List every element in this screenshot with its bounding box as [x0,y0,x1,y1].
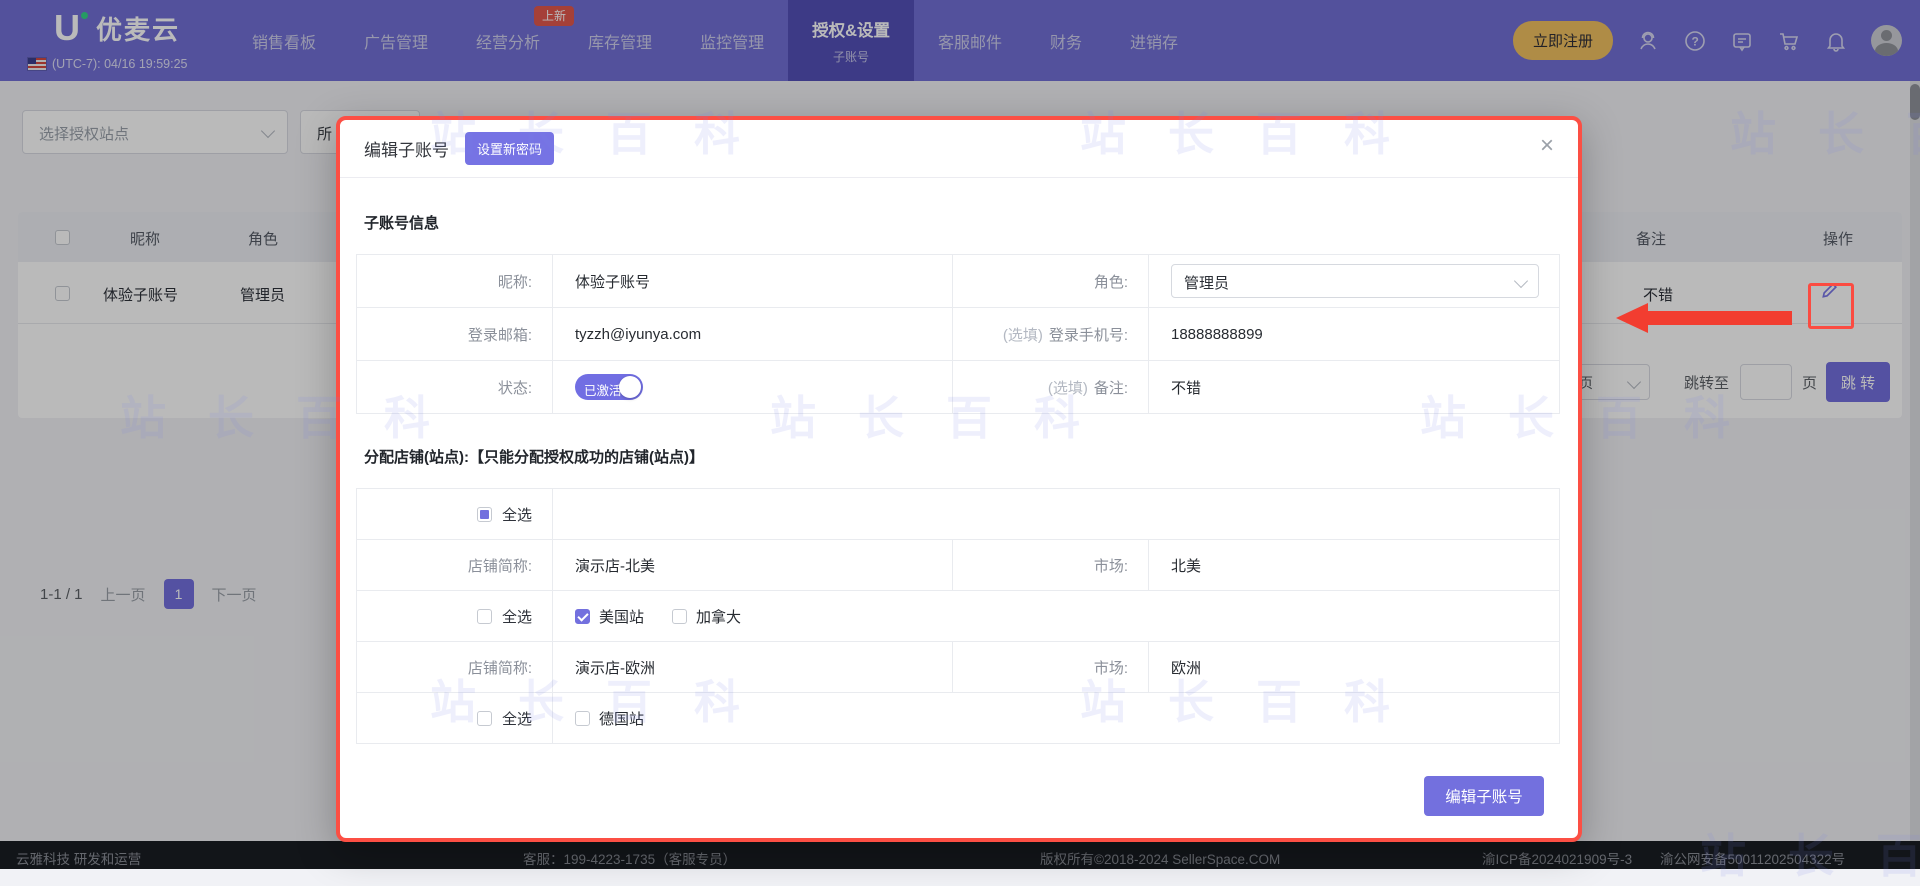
role-select[interactable]: 管理员 [1171,264,1539,298]
shop1-market-value: 北美 [1171,557,1202,575]
shop2-market-value: 欧洲 [1171,659,1202,677]
remark-label: (选填) 备注: [953,361,1149,413]
unchecked-checkbox[interactable] [575,710,590,726]
nickname-value[interactable]: 体验子账号 [553,255,953,307]
site-us[interactable]: 美国站 [575,606,644,627]
shop2-name-value: 演示店-欧洲 [553,642,953,692]
email-label: 登录邮箱: [357,308,553,360]
shop2-select-all-cell: 全选 [357,693,553,743]
shop1-name-value: 演示店-北美 [553,540,953,590]
row-shop1-info: 店铺简称: 演示店-北美 市场: 北美 [357,540,1559,591]
row-email-phone: 登录邮箱: tyzzh@iyunya.com (选填) 登录手机号: 188888… [357,308,1559,361]
account-info-section-title: 子账号信息 [364,215,440,232]
site-canada[interactable]: 加拿大 [672,606,741,627]
remark-value[interactable]: 不错 [1149,361,1559,413]
row-shop1-sites: 全选 美国站 加拿大 [357,591,1559,642]
status-toggle[interactable]: 已激活 [575,374,643,400]
site-germany[interactable]: 德国站 [575,708,644,729]
row-select-all-global: 全选 [357,489,1559,540]
account-info-table: 昵称: 体验子账号 角色: 管理员 登录邮箱: tyzzh@iyunya.com… [356,254,1560,414]
dialog-title: 编辑子账号 [364,141,449,160]
shop2-select-all[interactable]: 全选 [476,708,532,729]
indeterminate-checkbox[interactable] [476,506,492,522]
shop1-market-label: 市场: [953,540,1149,590]
status-label: 状态: [357,361,553,413]
shop1-name-label: 店铺简称: [357,540,553,590]
submit-edit-subaccount-button[interactable]: 编辑子账号 [1424,776,1544,816]
row-status-remark: 状态: 已激活 (选填) 备注: 不错 [357,361,1559,413]
shop1-select-all[interactable]: 全选 [476,606,532,627]
phone-value[interactable]: 18888888899 [1149,308,1559,360]
role-cell: 管理员 [1149,255,1559,307]
unchecked-checkbox[interactable] [476,608,492,624]
row-nickname-role: 昵称: 体验子账号 角色: 管理员 [357,255,1559,308]
unchecked-checkbox[interactable] [476,710,492,726]
checked-checkbox[interactable] [575,608,590,624]
status-cell: 已激活 [553,361,953,413]
close-icon[interactable]: × [1540,134,1554,158]
shop2-market-label: 市场: [953,642,1149,692]
global-select-all-cell: 全选 [357,489,553,539]
shop1-sites: 美国站 加拿大 [553,591,1559,641]
shop-allocation-table: 全选 店铺简称: 演示店-北美 市场: 北美 全选 美国站 加拿大 店铺简称: … [356,488,1560,744]
shop1-select-all-cell: 全选 [357,591,553,641]
nickname-label: 昵称: [357,255,553,307]
role-label: 角色: [953,255,1149,307]
chevron-down-icon [1513,273,1529,289]
set-password-button[interactable]: 设置新密码 [465,132,555,165]
shop2-name-label: 店铺简称: [357,642,553,692]
shop-section-title: 分配店铺(站点):【只能分配授权成功的店铺(站点)】 [364,449,704,466]
global-select-all[interactable]: 全选 [476,504,532,525]
email-value[interactable]: tyzzh@iyunya.com [553,308,953,360]
empty-cell [553,489,1559,539]
row-shop2-info: 店铺简称: 演示店-欧洲 市场: 欧洲 [357,642,1559,693]
edit-subaccount-dialog: 编辑子账号 设置新密码 × 子账号信息 昵称: 体验子账号 角色: 管理员 登录… [336,116,1582,842]
phone-label: (选填) 登录手机号: [953,308,1149,360]
shop2-sites: 德国站 [553,693,1559,743]
row-shop2-sites: 全选 德国站 [357,693,1559,743]
unchecked-checkbox[interactable] [672,608,688,624]
dialog-header: 编辑子账号 设置新密码 × [340,120,1578,178]
toggle-knob [619,376,641,398]
